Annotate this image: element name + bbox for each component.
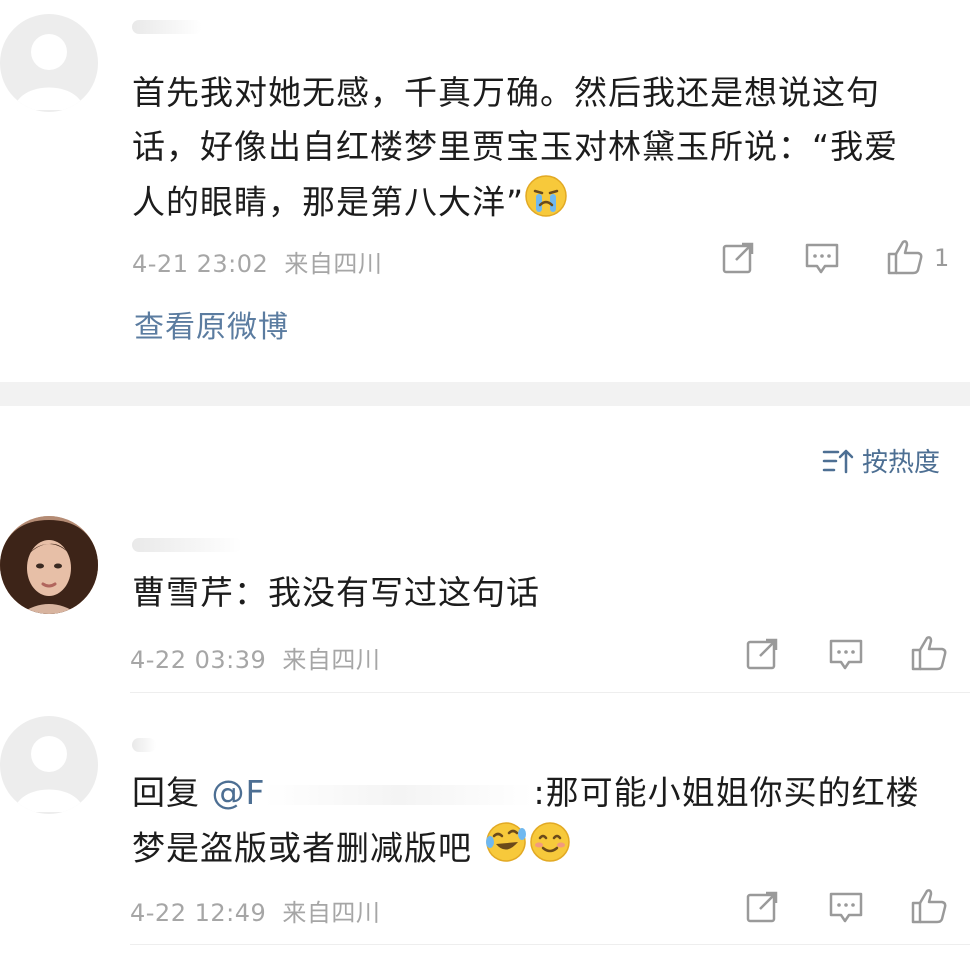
share-icon[interactable] [746, 638, 780, 670]
location: 来自四川 [282, 646, 381, 674]
sort-label: 按热度 [862, 448, 941, 478]
default-avatar-icon [14, 34, 84, 110]
share-icon[interactable] [746, 891, 780, 923]
sort-icon [822, 447, 854, 475]
comment-icon[interactable] [804, 242, 840, 276]
smiling-emoji [528, 820, 572, 880]
comment-divider [130, 944, 970, 945]
comment-text: 曹雪芹：我没有写过这句话 [132, 573, 540, 612]
like-count: 1 [934, 244, 950, 272]
section-divider [0, 382, 970, 406]
default-avatar-icon [14, 736, 84, 812]
comment-icon[interactable] [828, 638, 864, 672]
comment-text: 回复 @F:那可能小姐姐你买的红楼梦是盗版或者删减版吧 [132, 766, 947, 880]
comment-meta: 4-21 23:02 来自四川 [132, 244, 382, 279]
user-mention[interactable]: @F [212, 773, 266, 812]
comment-icon[interactable] [828, 891, 864, 925]
like-icon[interactable] [886, 238, 924, 276]
username-blurred[interactable] [132, 20, 202, 34]
sort-by-popularity-button[interactable]: 按热度 [822, 442, 940, 479]
like-icon[interactable] [910, 634, 948, 672]
timestamp: 4-21 23:02 [132, 250, 269, 278]
username-blurred[interactable] [132, 538, 242, 552]
comment-meta: 4-22 12:49 来自四川 [130, 893, 380, 928]
timestamp: 4-22 03:39 [130, 646, 267, 674]
timestamp: 4-22 12:49 [130, 899, 267, 927]
avatar[interactable] [0, 14, 98, 112]
location: 来自四川 [284, 250, 383, 278]
laughing-tears-emoji [484, 820, 528, 880]
avatar[interactable] [0, 716, 98, 814]
comment-body: 首先我对她无感，千真万确。然后我还是想说这句话，好像出自红楼梦里贾宝玉对林黛玉所… [132, 73, 899, 222]
comment-divider [130, 692, 970, 693]
like-icon[interactable] [910, 887, 948, 925]
avatar[interactable] [0, 516, 98, 614]
comment-text: 首先我对她无感，千真万确。然后我还是想说这句话，好像出自红楼梦里贾宝玉对林黛玉所… [132, 66, 932, 234]
location: 来自四川 [282, 899, 381, 927]
reply-prefix: 回复 [132, 773, 200, 812]
share-icon[interactable] [722, 242, 756, 274]
comment-meta: 4-22 03:39 来自四川 [130, 640, 380, 675]
crying-emoji [524, 174, 568, 234]
mention-blurred [265, 784, 534, 805]
username-blurred[interactable] [132, 738, 156, 752]
profile-photo-icon [0, 516, 98, 614]
view-original-weibo-link[interactable]: 查看原微博 [134, 302, 289, 346]
